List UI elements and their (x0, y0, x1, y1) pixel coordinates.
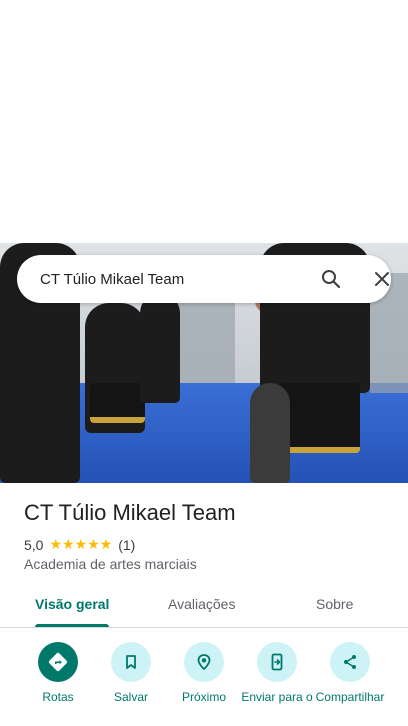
directions-button[interactable]: Rotas (18, 642, 98, 704)
action-bar: Rotas Salvar Próximo Enviar para o Compa… (0, 629, 408, 726)
photo-shorts (90, 383, 145, 423)
review-count[interactable]: (1) (118, 537, 135, 553)
directions-icon (38, 642, 78, 682)
nearby-button[interactable]: Próximo (164, 642, 244, 704)
tab-active-indicator (35, 624, 109, 627)
nearby-label: Próximo (181, 690, 226, 704)
directions-label: Rotas (42, 690, 74, 704)
bookmark-icon (111, 642, 151, 682)
rating-value: 5,0 (24, 536, 44, 553)
photo-shorts (280, 383, 360, 453)
tab-overview[interactable]: Visão geral (35, 596, 109, 612)
save-label: Salvar (113, 690, 148, 704)
photo-mirror (175, 293, 235, 383)
rating-row[interactable]: 5,0 ★★★★★ (1) (24, 536, 135, 553)
share-button[interactable]: Compartilhar (310, 642, 390, 704)
tab-reviews[interactable]: Avaliações (168, 596, 235, 612)
share-label: Compartilhar (315, 690, 385, 704)
map-area (0, 0, 408, 243)
tab-about[interactable]: Sobre (316, 596, 353, 612)
close-icon[interactable] (370, 267, 394, 291)
search-bar[interactable]: CT Túlio Mikael Team (17, 255, 391, 303)
nearby-icon (184, 642, 224, 682)
tab-bar: Visão geral Avaliações Sobre (0, 585, 408, 628)
send-to-phone-icon (257, 642, 297, 682)
send-to-phone-button[interactable]: Enviar para o (237, 642, 317, 704)
save-button[interactable]: Salvar (91, 642, 171, 704)
send-to-phone-label: Enviar para o (241, 690, 313, 704)
place-title: CT Túlio Mikael Team (24, 500, 236, 525)
photo-figure (140, 293, 180, 403)
star-rating-icon: ★★★★★ (49, 536, 113, 552)
photo-figure (250, 383, 290, 483)
share-icon (330, 642, 370, 682)
place-category: Academia de artes marciais (24, 556, 197, 572)
search-icon[interactable] (319, 267, 343, 291)
